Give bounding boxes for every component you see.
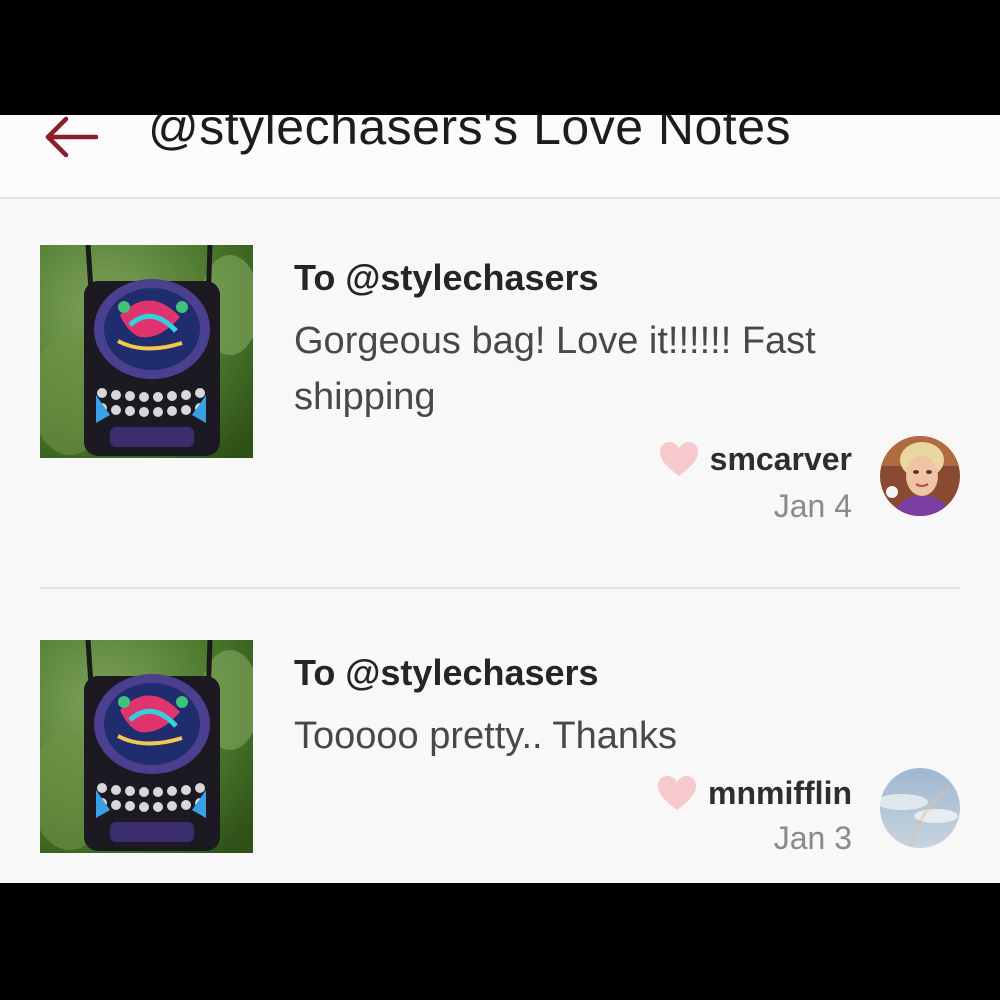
product-thumbnail[interactable]	[40, 245, 253, 458]
avatar-image	[880, 436, 960, 516]
love-note: To @stylechasers Gorgeous bag! Love it!!…	[0, 245, 1000, 585]
author-row: smcarver	[658, 438, 852, 480]
love-notes-screen: @stylechasers's Love Notes To @stylechas…	[0, 115, 1000, 883]
author-row: mnmifflin	[656, 772, 852, 814]
avatar-image	[880, 768, 960, 848]
product-thumbnail[interactable]	[40, 640, 253, 853]
author-username[interactable]: smcarver	[710, 441, 852, 478]
note-date: Jan 4	[773, 488, 852, 524]
avatar[interactable]	[880, 436, 960, 516]
bag-image	[40, 640, 253, 853]
heart-icon[interactable]	[656, 774, 698, 812]
avatar[interactable]	[880, 768, 960, 848]
back-button[interactable]	[40, 115, 102, 159]
note-message: Gorgeous bag! Love it!!!!!! Fast shippin…	[294, 320, 816, 418]
note-date: Jan 3	[773, 820, 852, 856]
heart-icon[interactable]	[658, 440, 700, 478]
bag-image	[40, 245, 253, 458]
note-divider	[40, 587, 960, 589]
note-recipient: To @stylechasers	[294, 652, 599, 693]
page-title: @stylechasers's Love Notes	[148, 115, 792, 155]
header-bar: @stylechasers's Love Notes	[0, 115, 1000, 199]
note-recipient: To @stylechasers	[294, 257, 599, 298]
author-username[interactable]: mnmifflin	[708, 775, 852, 812]
arrow-left-icon	[45, 116, 99, 158]
note-message: Tooooo pretty.. Thanks	[294, 715, 678, 757]
love-note: To @stylechasers Tooooo pretty.. Thanks …	[0, 640, 1000, 883]
